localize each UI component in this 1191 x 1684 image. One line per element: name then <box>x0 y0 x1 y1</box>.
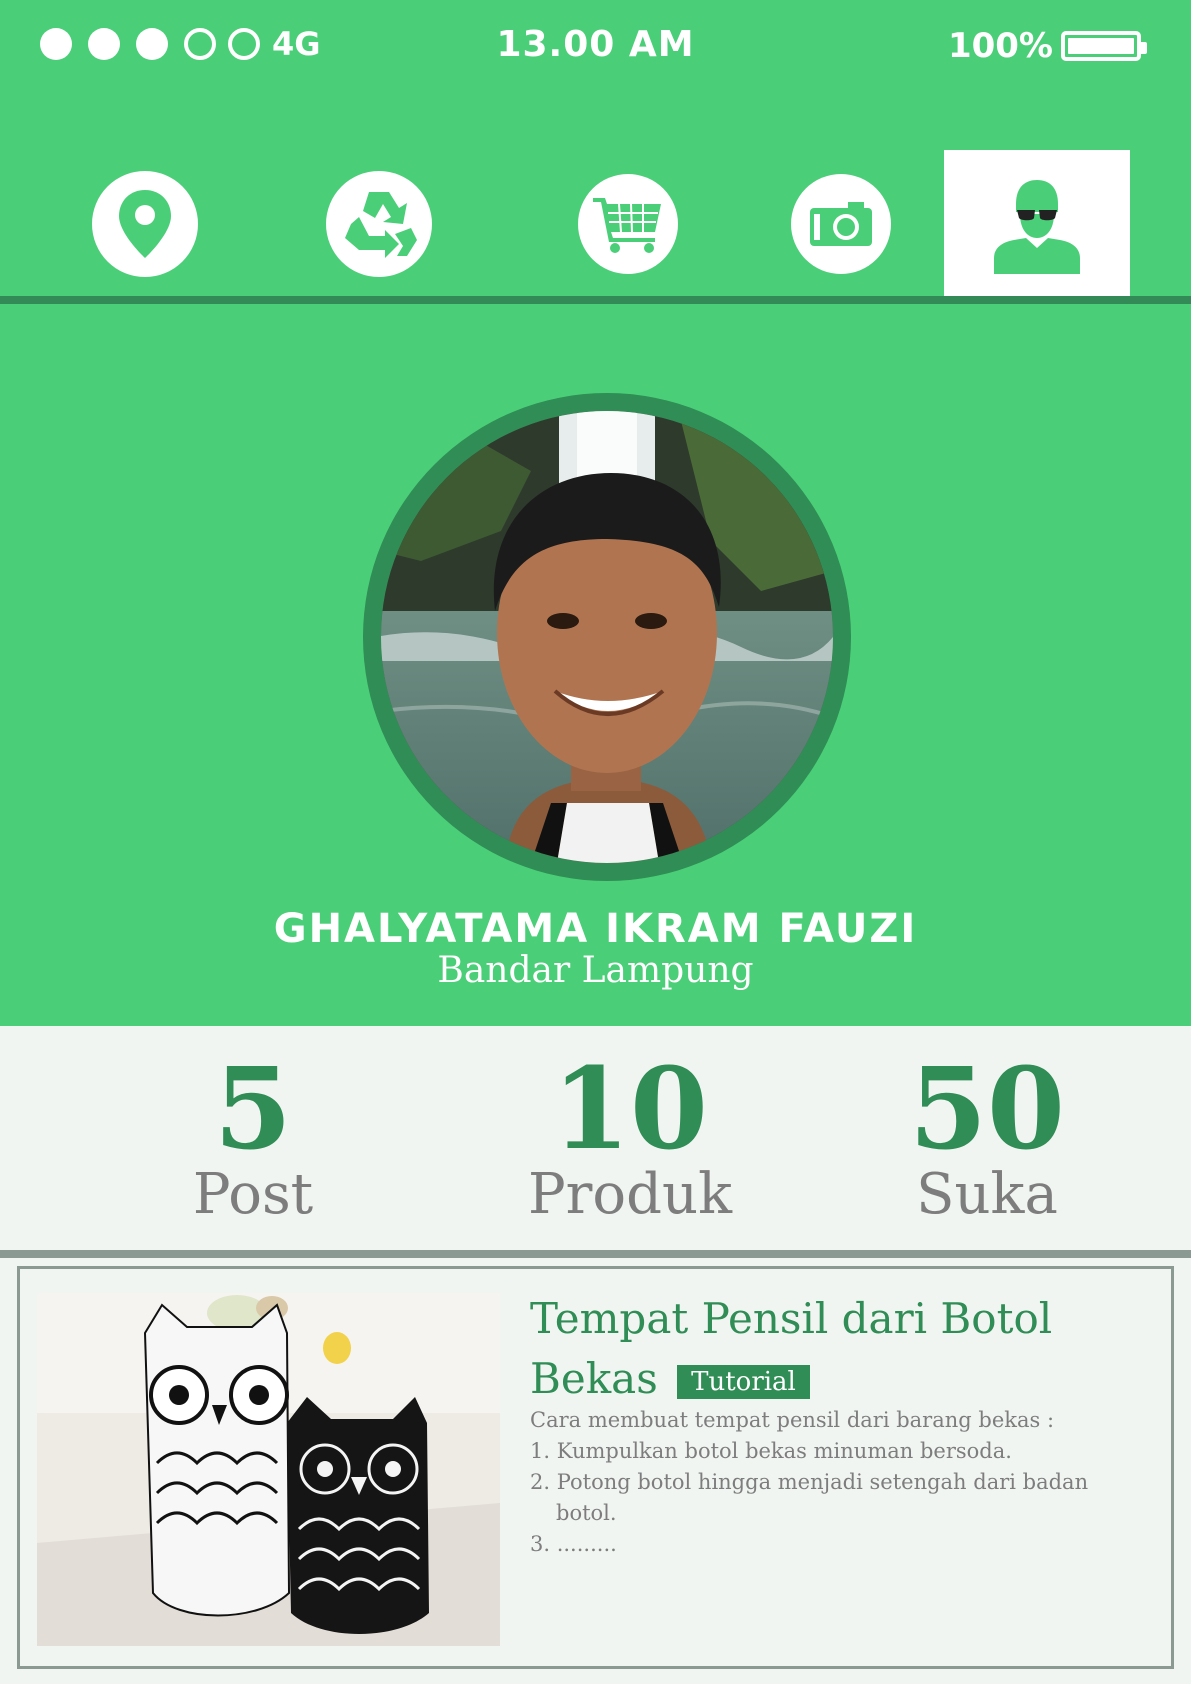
tab-bar <box>0 150 1191 298</box>
list-item: 2. Potong botol hingga menjadi setengah … <box>530 1470 1089 1525</box>
post-tag[interactable]: Tutorial <box>677 1365 810 1399</box>
stat-label: Suka <box>916 1162 1058 1227</box>
post-card[interactable]: Tempat Pensil dari Botol Bekas Tutorial … <box>17 1266 1174 1669</box>
tab-profile[interactable] <box>944 150 1130 298</box>
profile-name: GHALYATAMA IKRAM FAUZI <box>273 906 918 952</box>
list-item: 1. Kumpulkan botol bekas minuman bersoda… <box>530 1439 1012 1463</box>
post-thumbnail[interactable] <box>37 1293 500 1646</box>
post-intro: Cara membuat tempat pensil dari barang b… <box>530 1408 1055 1432</box>
stat-value: 5 <box>214 1044 292 1175</box>
list-item: 3. ......... <box>530 1532 617 1556</box>
tab-bar-divider <box>0 296 1191 304</box>
post-description: Cara membuat tempat pensil dari barang b… <box>530 1405 1090 1560</box>
stats-divider <box>0 1250 1191 1258</box>
shopping-cart-icon <box>593 198 661 253</box>
location-pin-icon <box>119 190 171 258</box>
battery-status: 100% <box>947 26 1147 66</box>
profile-location: Bandar Lampung <box>437 950 754 991</box>
avatar <box>381 411 833 863</box>
tab-camera[interactable] <box>748 150 934 298</box>
battery-icon <box>1061 31 1147 61</box>
avatar-photo <box>381 411 833 863</box>
stat-label: Produk <box>527 1162 732 1227</box>
post-steps: 1. Kumpulkan botol bekas minuman bersoda… <box>530 1436 1090 1560</box>
post-title[interactable]: Tempat Pensil dari Botol Bekas Tutorial <box>530 1289 1150 1409</box>
owl-pencil-holder-image <box>37 1293 500 1646</box>
tab-shop[interactable] <box>535 150 721 298</box>
profile-user-icon <box>994 180 1080 274</box>
stat-likes[interactable]: 50 Suka <box>817 1044 1157 1227</box>
tab-recycle[interactable] <box>286 150 472 298</box>
stat-posts[interactable]: 5 Post <box>83 1044 423 1227</box>
stat-value: 50 <box>909 1044 1065 1175</box>
stat-products[interactable]: 10 Produk <box>460 1044 800 1227</box>
recycle-icon <box>345 192 417 258</box>
battery-percent: 100% <box>947 26 1053 66</box>
camera-icon <box>810 202 872 246</box>
stat-value: 10 <box>552 1044 708 1175</box>
stat-label: Post <box>192 1162 314 1227</box>
tab-location[interactable] <box>52 150 238 298</box>
status-bar: 4G 13.00 AM 100% <box>0 0 1191 90</box>
